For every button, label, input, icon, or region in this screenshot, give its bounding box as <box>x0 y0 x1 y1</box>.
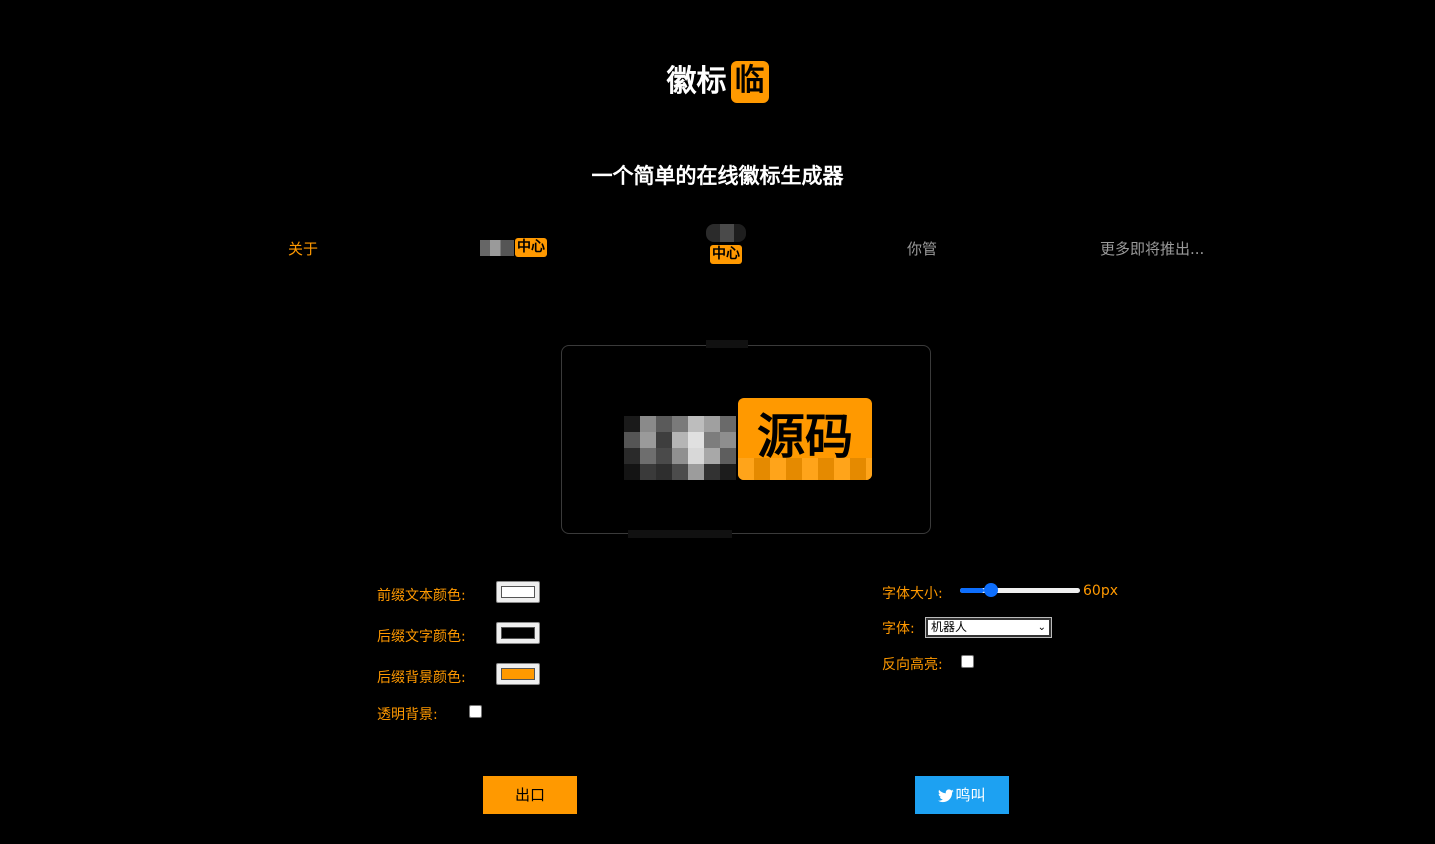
mosaic-pixel <box>688 448 704 464</box>
pixelated-prefix-preview <box>624 416 736 480</box>
mosaic-pixel <box>656 416 672 432</box>
mosaic-pixel <box>704 448 720 464</box>
suffix-bg-color-picker[interactable] <box>496 663 540 685</box>
font-size-slider[interactable] <box>960 583 1080 597</box>
prefix-color-label: 前缀文本颜色: <box>377 588 466 604</box>
mosaic-pixel <box>720 416 736 432</box>
mosaic-pixel <box>624 448 640 464</box>
mosaic-pixel <box>704 432 720 448</box>
pixel-artifact <box>706 340 748 348</box>
export-button[interactable]: 出口 <box>483 776 577 814</box>
font-label: 字体: <box>882 621 915 637</box>
suffix-text-color-label: 后缀文字颜色: <box>377 629 466 645</box>
mosaic-pixel <box>720 448 736 464</box>
mosaic-pixel <box>672 448 688 464</box>
suffix-bg-color-label: 后缀背景颜色: <box>377 670 466 686</box>
tweet-button-label: 鸣叫 <box>955 786 986 804</box>
pixel-artifact <box>628 530 732 538</box>
mosaic-pixel <box>720 432 736 448</box>
mosaic-pixel <box>672 432 688 448</box>
mosaic-pixel <box>720 464 736 480</box>
nav-hub-style-1-link[interactable]: 中心 <box>480 238 547 257</box>
mosaic-pixel <box>640 448 656 464</box>
nav-hub-badge: 中心 <box>515 238 547 257</box>
pixelated-prefix <box>706 224 746 242</box>
mosaic-pixel <box>624 416 640 432</box>
export-button-label: 出口 <box>514 786 545 804</box>
font-select-value: 机器人 <box>931 620 968 634</box>
mosaic-pixel <box>640 416 656 432</box>
nav-about-link[interactable]: 关于 <box>288 238 318 259</box>
font-size-value: 60px <box>1083 583 1118 599</box>
mosaic-pixel <box>704 416 720 432</box>
brand-prefix: 徽标 <box>666 64 727 99</box>
mosaic-pixel <box>624 464 640 480</box>
top-nav: 关于 中心 中心 你管 更多即将推出... <box>0 224 1435 270</box>
font-size-label: 字体大小: <box>882 586 943 602</box>
prefix-color-picker[interactable] <box>496 581 540 603</box>
mosaic-pixel <box>656 464 672 480</box>
preview-suffix: 源码 <box>738 398 872 480</box>
prefix-color-fill <box>501 586 535 598</box>
suffix-text-color-fill <box>501 627 535 639</box>
pixelated-prefix <box>480 239 514 256</box>
nav-hub-style-2-link[interactable]: 中心 <box>704 224 748 264</box>
suffix-text-color-picker[interactable] <box>496 622 540 644</box>
mosaic-pixel <box>656 448 672 464</box>
brand-suffix: 临 <box>730 61 769 103</box>
suffix-bg-color-fill <box>501 668 535 680</box>
tweet-button[interactable]: 鸣叫 <box>915 776 1009 814</box>
reverse-highlight-checkbox[interactable] <box>961 655 974 668</box>
page-tagline: 一个简单的在线徽标生成器 <box>591 164 844 188</box>
twitter-bird-icon <box>938 789 955 803</box>
mosaic-pixel <box>672 464 688 480</box>
transparent-bg-label: 透明背景: <box>377 707 438 723</box>
mosaic-pixel <box>624 432 640 448</box>
mosaic-pixel <box>704 464 720 480</box>
slider-fill <box>960 588 984 593</box>
reverse-highlight-label: 反向高亮: <box>882 657 943 673</box>
mosaic-pixel <box>640 432 656 448</box>
mosaic-pixel <box>640 464 656 480</box>
nav-coming-soon: 更多即将推出... <box>1100 240 1205 258</box>
mosaic-pixel <box>656 432 672 448</box>
chevron-down-icon: ⌄ <box>1037 622 1046 633</box>
mosaic-pixel <box>688 432 704 448</box>
mosaic-pixel <box>688 416 704 432</box>
brand-logo[interactable]: 徽标 临 <box>0 60 1435 104</box>
font-select[interactable]: 机器人 ⌄ <box>925 617 1052 638</box>
mosaic-pixel <box>688 464 704 480</box>
slider-thumb[interactable] <box>984 583 998 597</box>
transparent-bg-checkbox[interactable] <box>469 705 482 718</box>
brand-logo-inner: 徽标 临 <box>667 60 769 104</box>
nav-whatever-link[interactable]: 你管 <box>907 238 937 259</box>
page: 徽标 临 一个简单的在线徽标生成器 关于 中心 中心 你管 更多即将推出... … <box>0 0 1435 844</box>
nav-hub-badge: 中心 <box>710 245 742 264</box>
logo-preview: 源码 <box>561 345 931 534</box>
mosaic-pixel <box>672 416 688 432</box>
